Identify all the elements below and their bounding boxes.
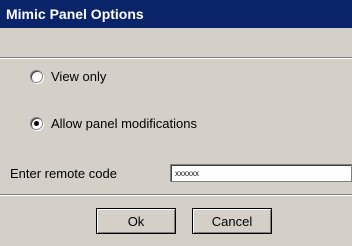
view-only-radio-icon[interactable] [30, 70, 43, 83]
view-only-label: View only [51, 69, 107, 84]
allow-modifications-radio-icon[interactable] [30, 117, 43, 130]
dialog-title: Mimic Panel Options [0, 0, 352, 28]
remote-code-label: Enter remote code [10, 165, 117, 181]
divider [0, 194, 352, 196]
cancel-button[interactable]: Cancel [192, 208, 272, 234]
mimic-panel-options-dialog: Mimic Panel Options View only Allow pane… [0, 0, 352, 246]
top-panel [0, 28, 352, 58]
ok-button[interactable]: Ok [96, 208, 176, 234]
view-only-option[interactable]: View only [30, 69, 106, 84]
allow-modifications-label: Allow panel modifications [51, 116, 197, 131]
remote-code-input[interactable] [170, 164, 352, 182]
remote-code-row: Enter remote code [10, 164, 352, 182]
allow-modifications-option[interactable]: Allow panel modifications [30, 116, 197, 131]
